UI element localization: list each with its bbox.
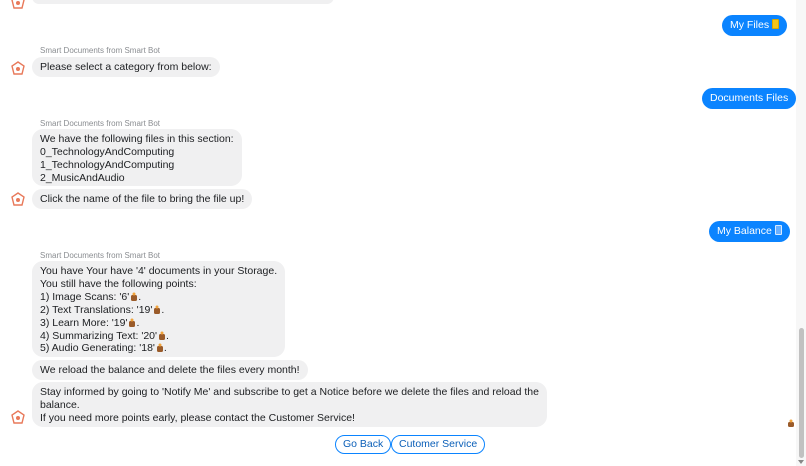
partial-message-bubble: [32, 0, 334, 4]
points-item: 2) Text Translations: '19'.: [40, 303, 165, 316]
file-name-link[interactable]: 0_TechnologyAndComputing: [40, 146, 234, 159]
file-name-link[interactable]: 2_MusicAndAudio: [40, 172, 234, 185]
scroll-down-arrow-icon[interactable]: [798, 460, 804, 464]
card-icon: [772, 19, 780, 29]
chat-thread: My Files Smart Documents from Smart Bot …: [0, 0, 797, 466]
read-receipt-icon: [788, 419, 794, 427]
message-text: Stay informed by going to 'Notify Me' an…: [40, 386, 539, 398]
coin-icon: [156, 343, 163, 353]
message-text: My Balance: [717, 225, 772, 237]
files-list-message: We have the following files in this sect…: [32, 129, 242, 186]
my-files-message: My Files: [722, 15, 788, 36]
bot-avatar-icon: [10, 409, 26, 425]
scrollbar-thumb[interactable]: [799, 328, 804, 458]
reload-notice-message: We reload the balance and delete the fil…: [32, 360, 308, 380]
message-text: Click the name of the file to bring the …: [40, 193, 245, 205]
my-balance-message: My Balance: [709, 221, 790, 242]
points-item: 5) Audio Generating: '18'.: [40, 342, 167, 355]
points-item: 1) Image Scans: '6'.: [40, 290, 142, 303]
message-text: My Files: [730, 19, 770, 31]
scrollbar[interactable]: [796, 0, 806, 466]
go-back-button[interactable]: Go Back: [335, 435, 392, 454]
customer-service-button[interactable]: Cutomer Service: [391, 435, 486, 454]
category-prompt-message: Please select a category from below:: [32, 57, 220, 77]
message-text: balance.: [40, 398, 80, 411]
documents-files-message: Documents Files: [702, 88, 797, 109]
card-icon: [774, 225, 782, 235]
bot-avatar-icon: [10, 0, 26, 10]
points-item: 3) Learn More: '19'.: [40, 316, 140, 329]
message-text: Please select a category from below:: [40, 61, 212, 73]
message-text: We reload the balance and delete the fil…: [40, 364, 300, 376]
file-name-link[interactable]: 1_TechnologyAndComputing: [40, 159, 234, 172]
message-text: We have the following files in this sect…: [40, 133, 234, 145]
points-item: 4) Summarizing Text: '20'.: [40, 329, 169, 342]
coin-icon: [159, 331, 166, 340]
sender-name: Smart Documents from Smart Bot: [40, 251, 161, 260]
notify-message: Stay informed by going to 'Notify Me' an…: [32, 382, 547, 427]
message-text: If you need more points early, please co…: [40, 411, 355, 424]
message-text: Documents Files: [710, 92, 789, 104]
click-file-message: Click the name of the file to bring the …: [32, 189, 253, 209]
message-text: You still have the following points:: [40, 277, 197, 290]
balance-message: You have Your have '4' documents in your…: [32, 261, 286, 357]
message-text: You have Your have '4' documents in your…: [40, 265, 278, 277]
sender-name: Smart Documents from Smart Bot: [40, 119, 161, 128]
bot-avatar-icon: [10, 60, 26, 76]
bot-avatar-icon: [10, 191, 26, 207]
sender-name: Smart Documents from Smart Bot: [40, 46, 161, 55]
